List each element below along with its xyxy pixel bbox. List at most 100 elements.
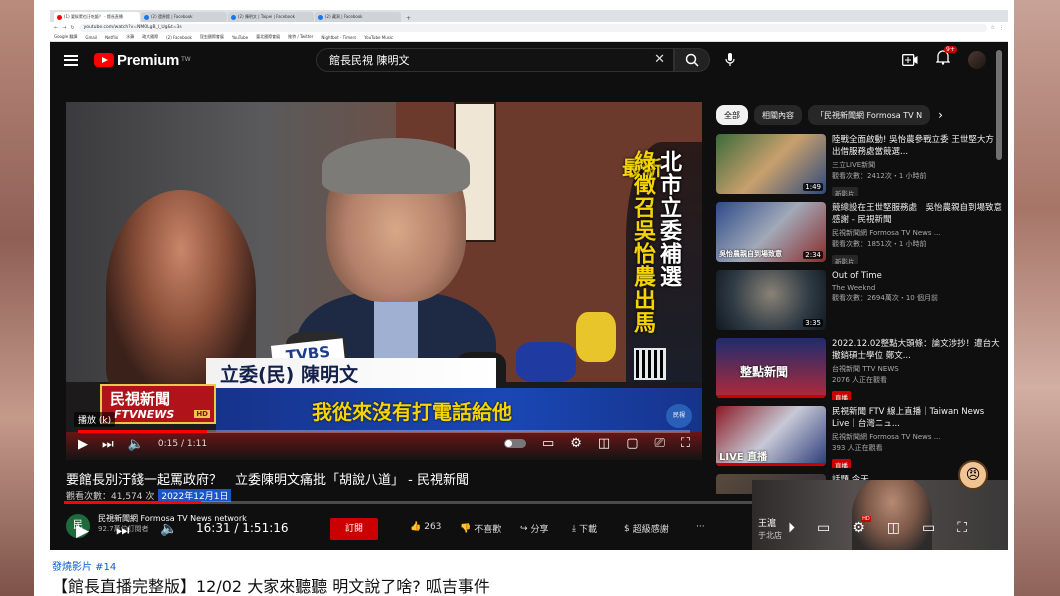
fullscreen-icon[interactable]: ⛶: [681, 436, 690, 451]
cast-icon[interactable]: ⎚: [654, 436, 664, 451]
tab-bar: (1) 要挨罵也汙吃飯？ - 館長直播 (2) 還原館 | Facebook (…: [50, 10, 1008, 22]
bookmark-item[interactable]: Nightbot - Timers: [321, 35, 356, 40]
stream-volume-icon[interactable]: 🔈: [160, 521, 177, 537]
like-count: 263: [424, 522, 442, 532]
search-input[interactable]: 館長民視 陳明文 ✕: [316, 48, 674, 72]
next-icon[interactable]: ⏭: [102, 437, 114, 452]
overlay-fullscreen-icon[interactable]: ⛶: [957, 520, 967, 536]
video-timecode: 0:15 / 1:11: [157, 439, 208, 449]
recommended-video[interactable]: 整點新聞 2022.12.02整點大頭條：論文涉抄！遭台大撤銷碩士學位 鄭文..…: [716, 338, 1002, 400]
subtitles-icon[interactable]: ▭: [542, 436, 554, 451]
overlay-settings-icon[interactable]: ⚙ HD: [852, 516, 871, 536]
bookmark-item[interactable]: (2) Facebook: [166, 35, 192, 40]
reload-icon[interactable]: ↻: [70, 25, 74, 31]
live-badge: 直播: [832, 459, 851, 468]
forward-icon[interactable]: →: [62, 25, 66, 31]
super-thanks-button[interactable]: $ 超級感謝: [624, 522, 669, 536]
video-thumbnail[interactable]: 3:35: [716, 270, 826, 330]
play-icon[interactable]: ▶: [78, 437, 88, 452]
chip-related[interactable]: 相關內容: [754, 105, 802, 125]
notifications-button[interactable]: 9+: [935, 46, 957, 69]
recommended-title[interactable]: 民視新聞 FTV 線上直播｜Taiwan News Live｜台灣ニュ...: [832, 406, 1002, 430]
back-icon[interactable]: ←: [54, 25, 58, 31]
recommended-video[interactable]: LIVE 直播 民視新聞 FTV 線上直播｜Taiwan News Live｜台…: [716, 406, 1002, 468]
dislike-label: 不喜歡: [474, 525, 502, 535]
subscribe-button[interactable]: 訂閱: [330, 518, 378, 540]
extensions-icon[interactable]: ⋮: [999, 25, 1004, 31]
bookmark-star-icon[interactable]: ☆: [991, 25, 995, 31]
browser-tab-youtube[interactable]: (1) 要挨罵也汙吃飯？ - 館長直播: [54, 12, 140, 22]
volume-icon[interactable]: 🔈: [128, 437, 144, 452]
recommended-video[interactable]: 1:49 陸戰全面啟動! 吳怡農參戰立委 王世堅大方出借服務處當競選... 三立…: [716, 134, 1002, 196]
bookmark-item[interactable]: 推特 / Twitter: [288, 34, 313, 40]
download-button[interactable]: ⤓ 下載: [572, 522, 597, 536]
menu-icon[interactable]: [64, 54, 78, 66]
like-button[interactable]: 👍 263: [410, 522, 441, 532]
recommended-channel[interactable]: 三立LIVE新聞: [832, 160, 1002, 170]
bookmark-item[interactable]: 水蘋: [126, 34, 134, 40]
share-button[interactable]: ↪ 分享: [520, 522, 549, 536]
browser-tab-facebook-2[interactable]: (2) 陳明文 | Taipei | Facebook: [228, 12, 314, 22]
browser-tab-facebook-3[interactable]: (2) 藏洞 | Facebook: [315, 12, 401, 22]
overlay-theater-icon[interactable]: ▭: [922, 520, 935, 536]
recommended-channel[interactable]: 台視新聞 TTV NEWS: [832, 364, 1002, 374]
header-actions: 9+: [902, 46, 986, 69]
bookmark-item[interactable]: YouTube Music: [364, 35, 393, 40]
recommended-title[interactable]: 2022.12.02整點大頭條：論文涉抄！遭台大撤銷碩士學位 鄭文...: [832, 338, 1002, 362]
overlay-subtitles-icon[interactable]: ▭: [817, 520, 830, 536]
create-video-icon[interactable]: [902, 53, 918, 66]
clear-search-icon[interactable]: ✕: [654, 52, 665, 67]
logo-region: TW: [181, 55, 191, 63]
account-avatar[interactable]: [968, 50, 986, 69]
trending-chapter-link[interactable]: 發燒影片 #14: [52, 558, 116, 573]
settings-gear-icon[interactable]: ⚙: [570, 436, 582, 451]
bookmark-item[interactable]: Netflix: [105, 35, 118, 40]
youtube-premium-logo[interactable]: Premium TW: [94, 52, 191, 69]
stream-next-icon[interactable]: ⏭: [116, 521, 130, 539]
video-thumbnail[interactable]: 整點新聞: [716, 338, 826, 398]
recommended-title[interactable]: 陸戰全面啟動! 吳怡農參戰立委 王世堅大方出借服務處當競選...: [832, 134, 1002, 158]
overlay-miniplayer-icon[interactable]: ◫: [887, 520, 900, 536]
bookmark-item[interactable]: 昆虫國際會展: [200, 34, 224, 40]
bookmark-item[interactable]: 臺北國際會展: [256, 34, 280, 40]
thumbnail-text: 整點新聞: [740, 365, 789, 379]
recommended-channel[interactable]: 民視新聞網 Formosa TV News ...: [832, 432, 1002, 442]
recommended-title[interactable]: 競總設在王世堅服務處 吳怡農親自到場致意感謝 - 民視新聞: [832, 202, 1002, 226]
chip-all[interactable]: 全部: [716, 105, 748, 125]
autoplay-toggle[interactable]: [503, 439, 526, 448]
chip-channel[interactable]: 「民視新聞網 Formosa TV N: [808, 105, 931, 125]
bookmark-item[interactable]: 政大國際: [142, 34, 158, 40]
browser-tab-facebook-1[interactable]: (2) 還原館 | Facebook: [141, 12, 227, 22]
recommended-video[interactable]: 3:35 Out of Time The Weeknd 觀看次數：2694萬次・…: [716, 270, 1002, 332]
live-progress-stripe: [716, 395, 826, 398]
stream-play-icon[interactable]: ▶: [76, 521, 89, 541]
address-bar[interactable]: youtube.com/watch?v=NM0LgB_l_Ug&t=3s: [78, 23, 987, 32]
bookmark-item[interactable]: Gmail: [85, 35, 97, 40]
theater-mode-icon[interactable]: ▢: [626, 436, 638, 451]
ftv-side-logo: 民視: [666, 404, 692, 428]
video-thumbnail[interactable]: LIVE 直播: [716, 406, 826, 466]
dislike-button[interactable]: 👎 不喜歡: [460, 522, 502, 536]
overlay-play-icon[interactable]: ⏵: [788, 520, 795, 536]
video-player[interactable]: 最新 綠徵召吳怡農出馬 北市立委補選 TVBS 立委(民) 陳明文 我從來沒有打…: [66, 102, 702, 460]
recommended-meta: 觀看次數：1851次・1 小時前: [832, 240, 927, 248]
bookmark-item[interactable]: YouTube: [232, 35, 248, 40]
blurred-right-edge: [1014, 0, 1060, 596]
recommended-video[interactable]: 吳怡農親自到場致意 2:34 競總設在王世堅服務處 吳怡農親自到場致意感謝 - 民…: [716, 202, 1002, 264]
miniplayer-icon[interactable]: ◫: [598, 436, 610, 451]
video-thumbnail[interactable]: 吳怡農親自到場致意 2:34: [716, 202, 826, 262]
recommended-channel[interactable]: 民視新聞網 Formosa TV News ...: [832, 228, 1002, 238]
more-actions-button[interactable]: ···: [696, 522, 705, 532]
search-button[interactable]: [674, 48, 710, 72]
video-thumbnail[interactable]: 1:49: [716, 134, 826, 194]
page-scrollbar[interactable]: [996, 50, 1002, 160]
ftv-news-logo: 民視新聞 FTVNEWS HD: [100, 384, 216, 424]
voice-search-button[interactable]: [720, 50, 740, 70]
chevron-right-icon[interactable]: ›: [938, 108, 943, 122]
thumbnail-text: LIVE 直播: [719, 452, 768, 463]
new-tab-button[interactable]: +: [402, 15, 415, 22]
recommended-channel[interactable]: The Weeknd: [832, 284, 1002, 292]
bookmark-item[interactable]: Google 翻譯: [54, 34, 77, 40]
tab-label: (1) 要挨罵也汙吃飯？ - 館長直播: [64, 14, 123, 19]
recommended-title[interactable]: Out of Time: [832, 270, 1002, 282]
